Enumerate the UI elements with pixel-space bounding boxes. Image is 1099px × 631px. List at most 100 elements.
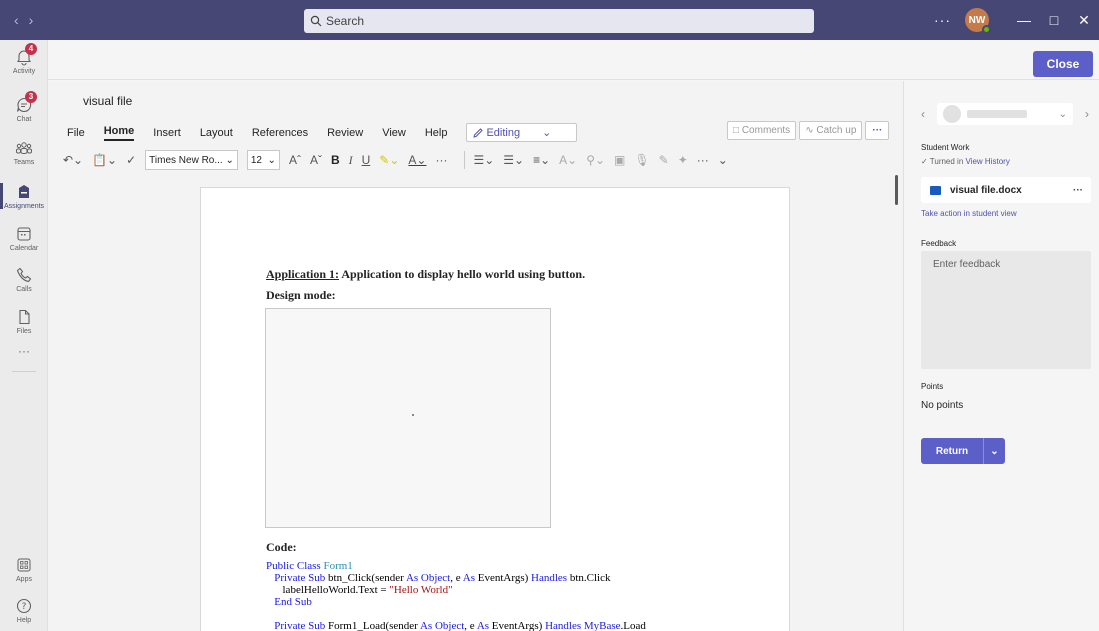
activity-badge: 4 — [25, 42, 37, 55]
code-keyword: As — [476, 620, 490, 631]
collapse-ribbon-icon[interactable]: ⌄ — [718, 153, 728, 167]
tab-layout[interactable]: Layout — [200, 127, 233, 139]
rail-item-calendar[interactable]: Calendar — [0, 217, 48, 259]
formatting-toolbar: ↶⌄ 📋⌄ ✓ Times New Ro... ⌄ 12 ⌄ Aˆ Aˇ B I… — [63, 147, 737, 173]
close-button[interactable]: Close — [1033, 51, 1093, 77]
code-text: btn.Click — [567, 572, 611, 584]
rail-item-calls[interactable]: Calls — [0, 258, 48, 300]
return-label: Return — [935, 445, 969, 457]
rail-item-apps[interactable]: Apps — [0, 548, 48, 590]
dictate-icon[interactable]: 🎙 — [634, 153, 649, 167]
grow-font-icon[interactable]: Aˆ — [289, 153, 301, 167]
font-size-select[interactable]: 12 ⌄ — [246, 150, 280, 170]
code-keyword: Public Class — [266, 560, 321, 572]
underline-icon[interactable]: U — [362, 153, 371, 167]
points-label: Points — [921, 382, 944, 391]
paste-icon[interactable]: 📋⌄ — [92, 153, 117, 167]
check-icon: ✓ — [921, 157, 928, 166]
scrollbar-thumb[interactable] — [895, 175, 898, 205]
tab-review[interactable]: Review — [327, 127, 363, 139]
rail-item-help[interactable]: ? Help — [0, 589, 48, 631]
search-input[interactable]: Search — [304, 9, 814, 33]
tab-home[interactable]: Home — [103, 125, 135, 141]
student-work-label: Student Work — [921, 143, 970, 152]
feedback-field[interactable]: Enter feedback — [921, 251, 1091, 369]
tab-file[interactable]: File — [67, 127, 85, 139]
presence-icon — [982, 25, 991, 34]
previous-student-icon[interactable]: ‹ — [921, 107, 925, 121]
more-options-icon[interactable]: ··· — [934, 12, 951, 28]
editor-icon[interactable]: ✎ — [659, 153, 669, 167]
forward-arrow-icon[interactable]: › — [29, 12, 44, 28]
tab-help[interactable]: Help — [425, 127, 448, 139]
code-text: btn_Click(sender — [325, 572, 406, 584]
rail-label: Activity — [12, 67, 36, 75]
close-window-icon[interactable]: ✕ — [1069, 12, 1099, 29]
phone-icon — [15, 266, 33, 284]
bullets-icon[interactable]: ☰⌄ — [473, 153, 494, 167]
more-format-icon[interactable]: ··· — [435, 153, 447, 167]
back-arrow-icon[interactable]: ‹ — [14, 12, 29, 28]
styles-icon[interactable]: A⌄ — [559, 153, 577, 167]
view-history-link[interactable]: View History — [966, 157, 1010, 166]
undo-icon[interactable]: ↶⌄ — [63, 153, 83, 167]
catch-up-button[interactable]: ∿ Catch up — [799, 121, 863, 140]
find-icon[interactable]: ⚲⌄ — [586, 153, 605, 167]
bell-icon: 4 — [15, 42, 37, 66]
font-color-icon[interactable]: A⌄ — [408, 153, 426, 167]
align-icon[interactable]: ≡⌄ — [533, 153, 550, 167]
chevron-down-icon: ⌄ — [542, 127, 552, 139]
bold-icon[interactable]: B — [331, 153, 340, 167]
code-keyword: MyBase — [581, 620, 621, 631]
rail-item-assignments[interactable]: Assignments — [0, 175, 48, 217]
code-keyword: As — [462, 572, 475, 584]
maximize-icon[interactable]: □ — [1039, 12, 1069, 28]
rail-item-activity[interactable]: 4 Activity — [0, 40, 48, 82]
document-page[interactable]: Application 1: Application to display he… — [200, 187, 790, 631]
code-keyword: End Sub — [266, 596, 312, 608]
format-painter-icon[interactable]: ✓ — [126, 153, 136, 167]
minimize-icon[interactable]: — — [1009, 12, 1039, 28]
editing-mode-button[interactable]: Editing ⌄ — [466, 123, 578, 142]
file-more-icon[interactable]: ··· — [1073, 185, 1083, 196]
history-nav[interactable]: ‹› — [14, 12, 43, 28]
assignments-icon — [15, 183, 33, 201]
code-text: Form1_Load(sender — [325, 620, 420, 631]
take-action-link[interactable]: Take action in student view — [921, 209, 1017, 218]
next-student-icon[interactable]: › — [1085, 107, 1089, 121]
rail-item-chat[interactable]: 3 Chat — [0, 88, 48, 130]
avatar[interactable]: NW — [965, 8, 991, 34]
code-text: .Load — [620, 620, 646, 631]
tab-references[interactable]: References — [252, 127, 308, 139]
rail-item-teams[interactable]: Teams — [0, 131, 48, 173]
svg-text:?: ? — [22, 602, 27, 612]
shrink-font-icon[interactable]: Aˇ — [310, 153, 322, 167]
layout-icon[interactable]: ▣ — [614, 153, 625, 167]
editing-label: Editing — [486, 126, 521, 139]
rail-item-more[interactable]: ··· — [0, 330, 48, 372]
rail-label: Calls — [16, 285, 32, 293]
comments-button[interactable]: □ Comments — [727, 121, 797, 140]
italic-icon[interactable]: I — [349, 153, 353, 168]
tab-view[interactable]: View — [382, 127, 406, 139]
overflow-icon[interactable]: ··· — [697, 153, 709, 167]
tab-insert[interactable]: Insert — [153, 127, 181, 139]
code-keyword: Private Sub — [266, 572, 326, 584]
turned-in-text: Turned in — [929, 157, 964, 166]
numbering-icon[interactable]: ☰⌄ — [503, 153, 524, 167]
designer-icon[interactable]: ✦ — [678, 153, 688, 167]
document-title: visual file — [83, 94, 133, 108]
font-size-value: 12 — [250, 154, 262, 166]
return-options-chevron-icon[interactable]: ⌄ — [983, 438, 1005, 464]
more-ribbon-button[interactable]: ··· — [865, 121, 890, 140]
font-name-select[interactable]: Times New Ro... ⌄ — [145, 150, 238, 170]
chat-badge: 3 — [25, 90, 37, 103]
student-selector[interactable]: ⌄ — [937, 103, 1073, 125]
separator — [464, 151, 466, 169]
code-string: "Hello World" — [389, 584, 453, 596]
design-image-placeholder — [265, 308, 551, 528]
grading-panel: ‹ ⌄ › Student Work ✓ Turned in View Hist… — [903, 81, 1099, 631]
highlight-icon[interactable]: ✎⌄ — [379, 153, 399, 167]
return-button[interactable]: Return ⌄ — [921, 438, 1005, 464]
submitted-file[interactable]: visual file.docx ··· — [921, 177, 1091, 203]
